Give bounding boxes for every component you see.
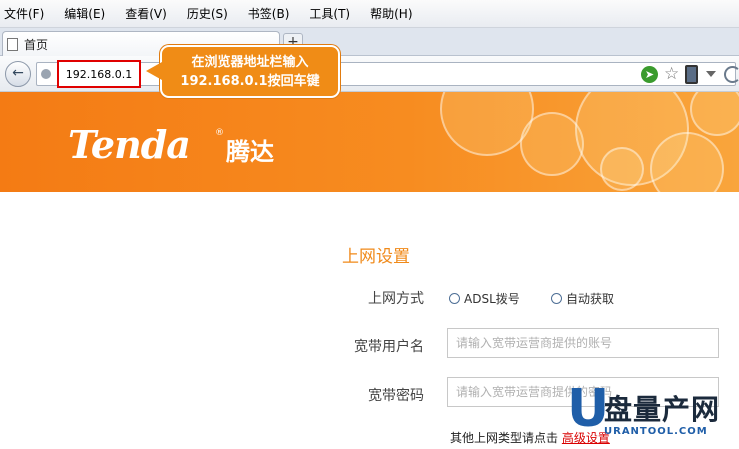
decor-bubble (690, 92, 739, 136)
menu-view[interactable]: 查看(V) (125, 5, 167, 22)
reload-icon[interactable] (724, 65, 739, 83)
menu-history[interactable]: 历史(S) (187, 5, 228, 22)
menu-help[interactable]: 帮助(H) (370, 5, 412, 22)
broadband-username-input[interactable] (447, 328, 719, 358)
menu-bar: 文件(F) 编辑(E) 查看(V) 历史(S) 书签(B) 工具(T) 帮助(H… (0, 0, 739, 28)
page-title: 上网设置 (342, 247, 410, 267)
address-url-highlight[interactable]: 192.168.0.1 (57, 60, 141, 88)
advanced-prefix: 其他上网类型请点击 (450, 431, 559, 445)
callout-line-2: 192.168.0.1按回车键 (180, 73, 320, 89)
broadband-password-label: 宽带密码 (368, 388, 424, 404)
go-arrow-icon[interactable]: ➤ (641, 65, 658, 83)
tenda-logo: Tenda (68, 122, 191, 167)
address-bar[interactable] (36, 62, 736, 86)
decor-bubble (600, 147, 644, 191)
back-arrow-icon[interactable]: ← (5, 61, 31, 87)
radio-dhcp-label: 自动获取 (566, 292, 615, 306)
radio-adsl-label: ADSL拨号 (464, 292, 520, 306)
callout-pointer (146, 62, 162, 80)
radio-circle-icon[interactable] (551, 293, 562, 304)
navbar-icons: ➤ ☆ (641, 64, 739, 84)
radio-adsl[interactable]: ADSL拨号 (449, 290, 520, 307)
tab-bar: 首页 + (0, 28, 739, 56)
broadband-username-label: 宽带用户名 (354, 339, 424, 355)
radio-circle-icon[interactable] (449, 293, 460, 304)
menu-bookmarks[interactable]: 书签(B) (248, 5, 290, 22)
callout-line-1: 在浏览器地址栏输入 (191, 54, 309, 70)
watermark-u-logo-icon: U (567, 379, 610, 439)
menu-file[interactable]: 文件(F) (4, 5, 44, 22)
page-icon (7, 37, 18, 51)
watermark: U 盘量产网 URANTOOL.COM (562, 380, 739, 449)
bookmark-star-icon[interactable]: ☆ (664, 65, 679, 83)
tenda-banner: Tenda ® 腾达 (0, 92, 739, 192)
mobile-device-icon[interactable] (685, 64, 699, 84)
tenda-logo-chinese: 腾达 (226, 138, 274, 166)
decor-bubble (650, 132, 724, 192)
connection-mode-label: 上网方式 (368, 291, 424, 307)
site-identity-icon (41, 69, 51, 79)
watermark-url: URANTOOL.COM (604, 426, 708, 437)
tab-label: 首页 (24, 37, 49, 52)
instruction-callout: 在浏览器地址栏输入 192.168.0.1按回车键 (160, 45, 340, 98)
watermark-text: 盘量产网 (604, 393, 721, 426)
registered-mark: ® (215, 128, 224, 138)
menu-edit[interactable]: 编辑(E) (64, 5, 105, 22)
dropdown-arrow-icon[interactable] (706, 71, 717, 77)
radio-dhcp[interactable]: 自动获取 (551, 290, 614, 307)
menu-tools[interactable]: 工具(T) (309, 5, 350, 22)
